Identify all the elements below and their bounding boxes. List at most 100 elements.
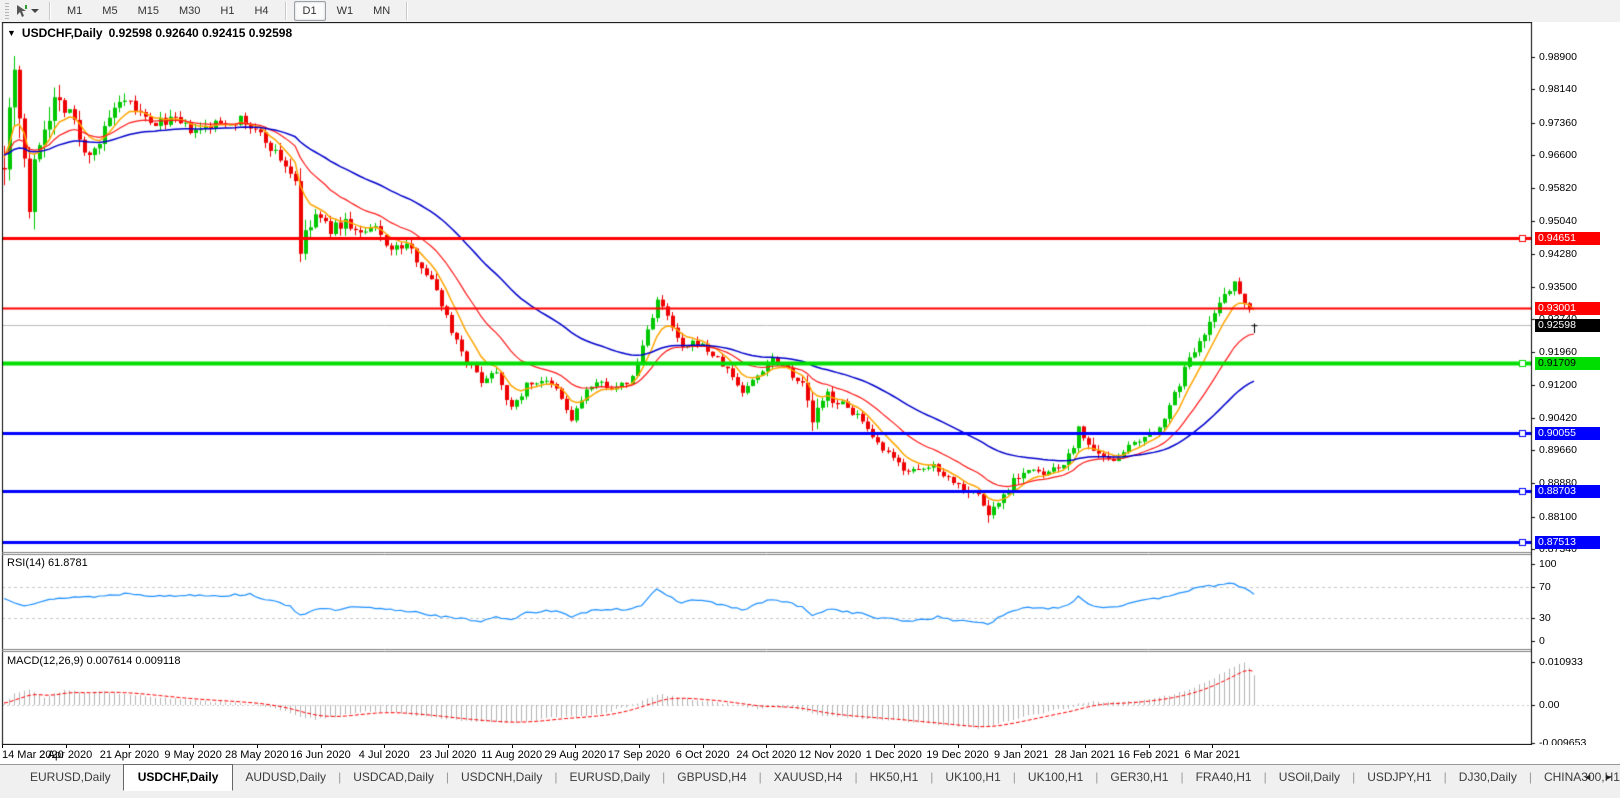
- toolbar-separator: [285, 2, 287, 20]
- date-axis-label: 9 May 2020: [164, 749, 221, 761]
- symbol-tab-hk50-h1[interactable]: HK50,H1: [858, 765, 931, 790]
- timeframe-button-D1[interactable]: D1: [294, 1, 326, 21]
- chart-canvas[interactable]: [0, 22, 1620, 745]
- symbol-tab-usoil-daily[interactable]: USOil,Daily: [1267, 765, 1352, 790]
- date-axis-tick: [1021, 745, 1022, 748]
- date-axis-label: 6 Oct 2020: [676, 749, 730, 761]
- timeframe-button-M30[interactable]: M30: [170, 1, 209, 21]
- date-axis-tick: [1149, 745, 1150, 748]
- price-axis-tick: 0.88100: [1539, 511, 1577, 523]
- symbol-tab-audusd-daily[interactable]: AUDUSD,Daily: [233, 765, 338, 790]
- symbol-tab-gbpusd-h4[interactable]: GBPUSD,H4: [665, 765, 758, 790]
- price-line-badge: 0.88703: [1535, 485, 1600, 498]
- date-axis-tick: [129, 745, 130, 748]
- macd-indicator-label: MACD(12,26,9) 0.007614 0.009118: [7, 655, 180, 667]
- date-axis-label: 23 Jul 2020: [419, 749, 476, 761]
- timeframe-button-M1[interactable]: M1: [58, 1, 91, 21]
- timeframe-button-H1[interactable]: H1: [211, 1, 243, 21]
- price-line-badge: 0.93001: [1535, 302, 1600, 315]
- date-axis-label: 21 Apr 2020: [100, 749, 159, 761]
- chart-tool-icon[interactable]: [11, 3, 43, 19]
- date-axis-tick: [766, 745, 767, 748]
- symbol-tab-eurusd-daily[interactable]: EURUSD,Daily: [557, 765, 662, 790]
- date-axis-label: 19 Dec 2020: [926, 749, 988, 761]
- date-axis-label: 4 Jul 2020: [359, 749, 410, 761]
- timeframe-button-W1[interactable]: W1: [328, 1, 363, 21]
- timeframe-button-M15[interactable]: M15: [129, 1, 168, 21]
- price-axis-tick: 0.89660: [1539, 444, 1577, 456]
- rsi-indicator-label: RSI(14) 61.8781: [7, 557, 88, 569]
- symbol-tab-uk100-h1[interactable]: UK100,H1: [1016, 765, 1095, 790]
- chart-tab-bar: EURUSD,DailyUSDCHF,DailyAUDUSD,Daily|USD…: [0, 764, 1620, 798]
- symbol-tab-usdchf-daily[interactable]: USDCHF,Daily: [123, 764, 234, 791]
- date-axis-label: 9 Jan 2021: [994, 749, 1048, 761]
- price-axis-tick: 0.98900: [1539, 51, 1577, 63]
- date-axis-tick: [193, 745, 194, 748]
- chevron-down-icon: [31, 9, 39, 13]
- toolbar-separator: [49, 2, 51, 20]
- symbol-tab-usdjpy-h1[interactable]: USDJPY,H1: [1355, 765, 1443, 790]
- date-axis-tick: [384, 745, 385, 748]
- symbol-tab-ger30-h1[interactable]: GER30,H1: [1098, 765, 1180, 790]
- date-axis-label: 16 Jun 2020: [290, 749, 351, 761]
- date-axis-tick: [894, 745, 895, 748]
- rsi-axis-tick: 30: [1539, 612, 1551, 624]
- timeframe-button-MN[interactable]: MN: [364, 1, 399, 21]
- date-axis-label: 28 Jan 2021: [1055, 749, 1116, 761]
- date-axis-label: 17 Sep 2020: [608, 749, 670, 761]
- symbol-tab-uk100-h1[interactable]: UK100,H1: [933, 765, 1012, 790]
- chart-title: ▼ USDCHF,Daily 0.92598 0.92640 0.92415 0…: [7, 26, 292, 40]
- symbol-tab-usdcad-daily[interactable]: USDCAD,Daily: [341, 765, 446, 790]
- date-axis-tick: [830, 745, 831, 748]
- symbol-tab-usdcnh-daily[interactable]: USDCNH,Daily: [449, 765, 554, 790]
- date-axis-tick: [575, 745, 576, 748]
- timeframe-button-M5[interactable]: M5: [93, 1, 126, 21]
- date-axis-label: 16 Feb 2021: [1118, 749, 1180, 761]
- date-axis-tick: [1085, 745, 1086, 748]
- date-axis-label: 28 May 2020: [225, 749, 289, 761]
- toolbar-separator: [406, 2, 408, 20]
- date-axis-tick: [321, 745, 322, 748]
- date-axis-tick: [958, 745, 959, 748]
- price-axis-tick: 0.93500: [1539, 281, 1577, 293]
- symbol-tab-eurusd-daily[interactable]: EURUSD,Daily: [18, 765, 123, 790]
- rsi-axis-tick: 100: [1539, 558, 1557, 570]
- mt4-window: M1M5M15M30H1H4 D1W1MN ▼ USDCHF,Daily 0.92…: [0, 0, 1620, 798]
- rsi-axis-tick: 70: [1539, 581, 1551, 593]
- chart-ohlc-values: 0.92598 0.92640 0.92415 0.92598: [109, 26, 293, 40]
- price-axis-tick: 0.96600: [1539, 149, 1577, 161]
- price-line-badge: 0.91709: [1535, 357, 1600, 370]
- price-line-badge: 0.94651: [1535, 232, 1600, 245]
- timeframe-buttons: M1M5M15M30H1H4 D1W1MN: [57, 0, 414, 22]
- symbol-tab-dj30-daily[interactable]: DJ30,Daily: [1447, 765, 1529, 790]
- price-axis-tick: 0.90420: [1539, 412, 1577, 424]
- price-axis-tick: 0.95040: [1539, 215, 1577, 227]
- price-line-badge: 0.92598: [1535, 319, 1600, 332]
- date-axis-label: 2 Apr 2020: [39, 749, 92, 761]
- price-axis-tick: 0.98140: [1539, 83, 1577, 95]
- date-axis-tick: [703, 745, 704, 748]
- tab-scroll-buttons: ◄ ►: [1580, 770, 1616, 784]
- price-axis-tick: 0.97360: [1539, 117, 1577, 129]
- cursor-chart-icon: [15, 4, 29, 18]
- symbol-tab-fra40-h1[interactable]: FRA40,H1: [1184, 765, 1264, 790]
- date-axis-label: 1 Dec 2020: [866, 749, 922, 761]
- tab-scroll-right-icon[interactable]: ►: [1601, 770, 1616, 784]
- symbol-tab-xauusd-h4[interactable]: XAUUSD,H4: [762, 765, 855, 790]
- toolbar-grip-handle[interactable]: [5, 3, 9, 19]
- date-axis-tick: [448, 745, 449, 748]
- date-axis-label: 24 Oct 2020: [736, 749, 796, 761]
- timeframe-toolbar: M1M5M15M30H1H4 D1W1MN: [0, 0, 1620, 23]
- date-axis-tick: [639, 745, 640, 748]
- date-axis-tick: [1212, 745, 1213, 748]
- collapse-triangle-icon[interactable]: ▼: [7, 28, 16, 38]
- rsi-axis-tick: 0: [1539, 635, 1545, 647]
- tab-scroll-left-icon[interactable]: ◄: [1580, 770, 1595, 784]
- date-axis-tick: [66, 745, 67, 748]
- price-axis-tick: 0.94280: [1539, 248, 1577, 260]
- price-line-badge: 0.87513: [1535, 536, 1600, 549]
- timeframe-button-H4[interactable]: H4: [245, 1, 277, 21]
- date-axis-label: 6 Mar 2021: [1184, 749, 1240, 761]
- date-axis-label: 29 Aug 2020: [544, 749, 606, 761]
- price-line-badge: 0.90055: [1535, 427, 1600, 440]
